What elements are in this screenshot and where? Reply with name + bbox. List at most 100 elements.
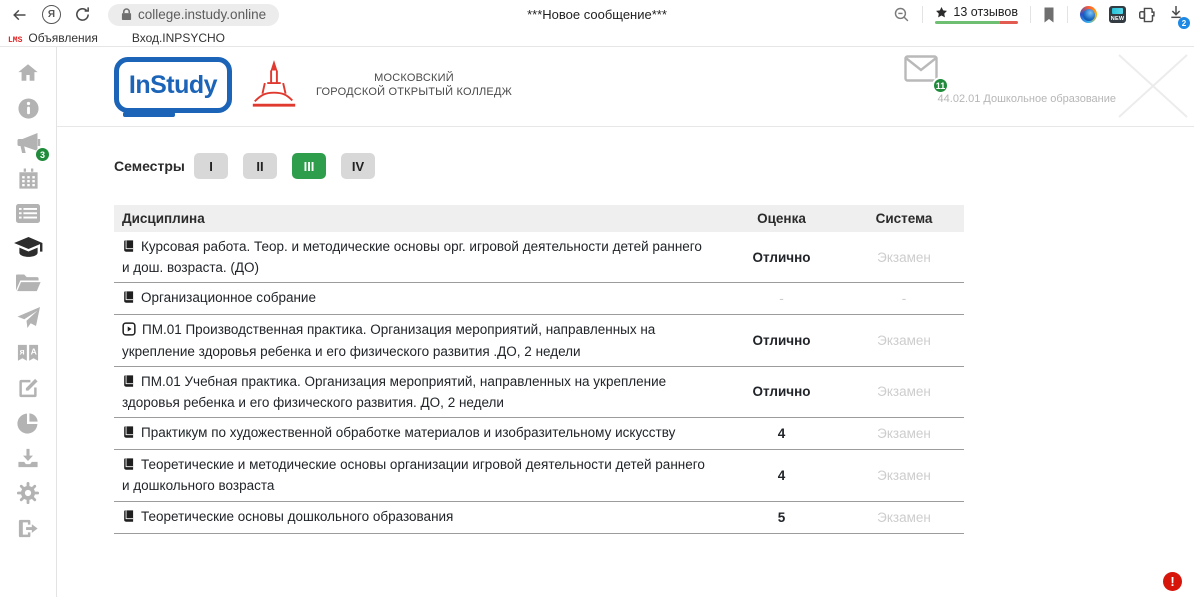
bookmark-label: Объявления xyxy=(28,31,97,45)
bookmark-button[interactable] xyxy=(1043,7,1055,23)
refresh-button[interactable] xyxy=(74,6,91,23)
svg-text:я: я xyxy=(20,346,25,356)
mail-button[interactable]: 11 xyxy=(904,55,940,87)
folder-icon xyxy=(15,272,41,299)
url-text: college.instudy.online xyxy=(138,7,266,22)
sidebar-item-settings[interactable] xyxy=(14,483,42,508)
main-area: InStudy МОСКОВСКИЙ ГОРОДСКОЙ ОТКРЫТЫЙ КО… xyxy=(57,47,1194,597)
discipline-cell[interactable]: Теоретические основы дошкольного образов… xyxy=(114,507,719,528)
address-bar[interactable]: college.instudy.online xyxy=(108,4,279,26)
gear-icon xyxy=(16,481,40,510)
college-name: МОСКОВСКИЙ ГОРОДСКОЙ ОТКРЫТЫЙ КОЛЛЕДЖ xyxy=(316,71,512,100)
table-row: Теоретические основы дошкольного образов… xyxy=(114,502,964,534)
discipline-cell[interactable]: Организационное собрание xyxy=(114,288,719,309)
reviews-count: 13 отзывов xyxy=(953,5,1018,19)
graduation-cap-icon xyxy=(14,236,43,265)
grade-cell: - xyxy=(719,289,844,308)
sidebar-item-statistics[interactable] xyxy=(14,413,42,438)
table-row: Теоретические и методические основы орга… xyxy=(114,450,964,501)
search-button[interactable] xyxy=(893,6,910,23)
logout-icon xyxy=(16,517,40,545)
sidebar-item-info[interactable] xyxy=(14,98,42,123)
divider xyxy=(1067,6,1068,23)
schedule-card-icon xyxy=(15,203,41,229)
extension-new-icon[interactable]: NEW xyxy=(1109,6,1126,23)
semester-buttons: IIIIIIIV xyxy=(194,153,375,179)
sidebar-item-home[interactable] xyxy=(14,63,42,88)
discipline-cell[interactable]: Курсовая работа. Теор. и методические ос… xyxy=(114,237,719,277)
edit-icon xyxy=(16,377,40,405)
grade-cell: Отлично xyxy=(719,331,844,350)
lms-icon: LMS xyxy=(8,31,22,45)
sidebar-item-edit[interactable] xyxy=(14,378,42,403)
table-row: Курсовая работа. Теор. и методические ос… xyxy=(114,232,964,283)
system-cell: Экзамен xyxy=(844,331,964,350)
system-cell: Экзамен xyxy=(844,424,964,443)
grade-cell: Отлично xyxy=(719,382,844,401)
system-cell: Экзамен xyxy=(844,248,964,267)
divider xyxy=(922,6,923,23)
program-label: 44.02.01 Дошкольное образование xyxy=(938,93,1116,105)
announcements-bookmark[interactable]: LMS Объявления xyxy=(8,31,98,45)
discipline-name: ПМ.01 Учебная практика. Организация меро… xyxy=(122,374,666,410)
discipline-name: Практикум по художественной обработке ма… xyxy=(141,425,675,440)
system-cell: Экзамен xyxy=(844,466,964,485)
book-icon xyxy=(122,425,135,444)
star-icon xyxy=(935,6,948,19)
bookmark-flag-icon xyxy=(1043,7,1055,23)
sidebar-item-downloads[interactable] xyxy=(14,448,42,473)
sidebar: 3 Aя xyxy=(0,47,57,597)
envelope-icon xyxy=(904,55,938,82)
browser-menu-button[interactable]: Я xyxy=(42,5,61,24)
download-icon xyxy=(16,447,40,475)
book-icon xyxy=(122,509,135,528)
reviews-rating-bar xyxy=(935,21,1018,24)
inpsycho-bookmark[interactable]: Вход.INPSYCHO xyxy=(126,31,225,45)
table-row: Организационное собрание-- xyxy=(114,283,964,315)
discipline-name: Теоретические основы дошкольного образов… xyxy=(141,509,453,524)
lock-icon xyxy=(121,8,132,21)
back-button[interactable] xyxy=(10,7,29,23)
semester-button-II[interactable]: II xyxy=(243,153,277,179)
sidebar-item-messages[interactable] xyxy=(14,308,42,333)
system-cell: Экзамен xyxy=(844,508,964,527)
downloads-count-badge: 2 xyxy=(1178,17,1190,29)
book-icon xyxy=(122,374,135,393)
grade-cell: 4 xyxy=(719,466,844,485)
close-decoration-icon[interactable] xyxy=(1116,53,1190,119)
sidebar-item-files[interactable] xyxy=(14,273,42,298)
semester-button-III[interactable]: III xyxy=(292,153,326,179)
semester-button-I[interactable]: I xyxy=(194,153,228,179)
book-icon xyxy=(122,457,135,476)
discipline-cell[interactable]: ПМ.01 Учебная практика. Организация меро… xyxy=(114,372,719,412)
brand[interactable]: InStudy МОСКОВСКИЙ ГОРОДСКОЙ ОТКРЫТЫЙ КО… xyxy=(114,56,512,114)
error-alert-icon[interactable]: ! xyxy=(1163,572,1182,591)
sidebar-item-calendar[interactable] xyxy=(14,168,42,193)
discipline-cell[interactable]: ПМ.01 Производственная практика. Организ… xyxy=(114,320,719,360)
extension-icon xyxy=(1138,7,1156,23)
sidebar-item-grades[interactable] xyxy=(14,238,42,263)
discipline-cell[interactable]: Теоретические и методические основы орга… xyxy=(114,455,719,495)
system-cell: - xyxy=(844,289,964,308)
mail-count-badge: 11 xyxy=(932,77,949,94)
divider xyxy=(1030,6,1031,23)
extension-sphere-icon[interactable] xyxy=(1080,6,1097,23)
sidebar-item-logout[interactable] xyxy=(14,518,42,543)
sidebar-item-schedule[interactable] xyxy=(14,203,42,228)
sidebar-item-translate[interactable]: Aя xyxy=(14,343,42,368)
semester-button-IV[interactable]: IV xyxy=(341,153,375,179)
downloads-button[interactable]: 2 xyxy=(1168,4,1184,25)
sidebar-item-announcements[interactable]: 3 xyxy=(14,133,42,158)
home-icon xyxy=(16,62,40,89)
extensions-button[interactable] xyxy=(1138,7,1156,23)
discipline-cell[interactable]: Практикум по художественной обработке ма… xyxy=(114,423,719,444)
back-arrow-icon xyxy=(10,7,29,23)
site-reviews-button[interactable]: 13 отзывов xyxy=(935,5,1018,24)
table-row: ПМ.01 Производственная практика. Организ… xyxy=(114,315,964,366)
refresh-icon xyxy=(74,6,91,23)
pie-chart-icon xyxy=(16,411,40,440)
play-icon xyxy=(122,322,136,341)
column-discipline: Дисциплина xyxy=(114,211,719,226)
column-system: Система xyxy=(844,211,964,226)
bookmarks-bar: LMS Объявления Вход.INPSYCHO xyxy=(0,29,1194,47)
